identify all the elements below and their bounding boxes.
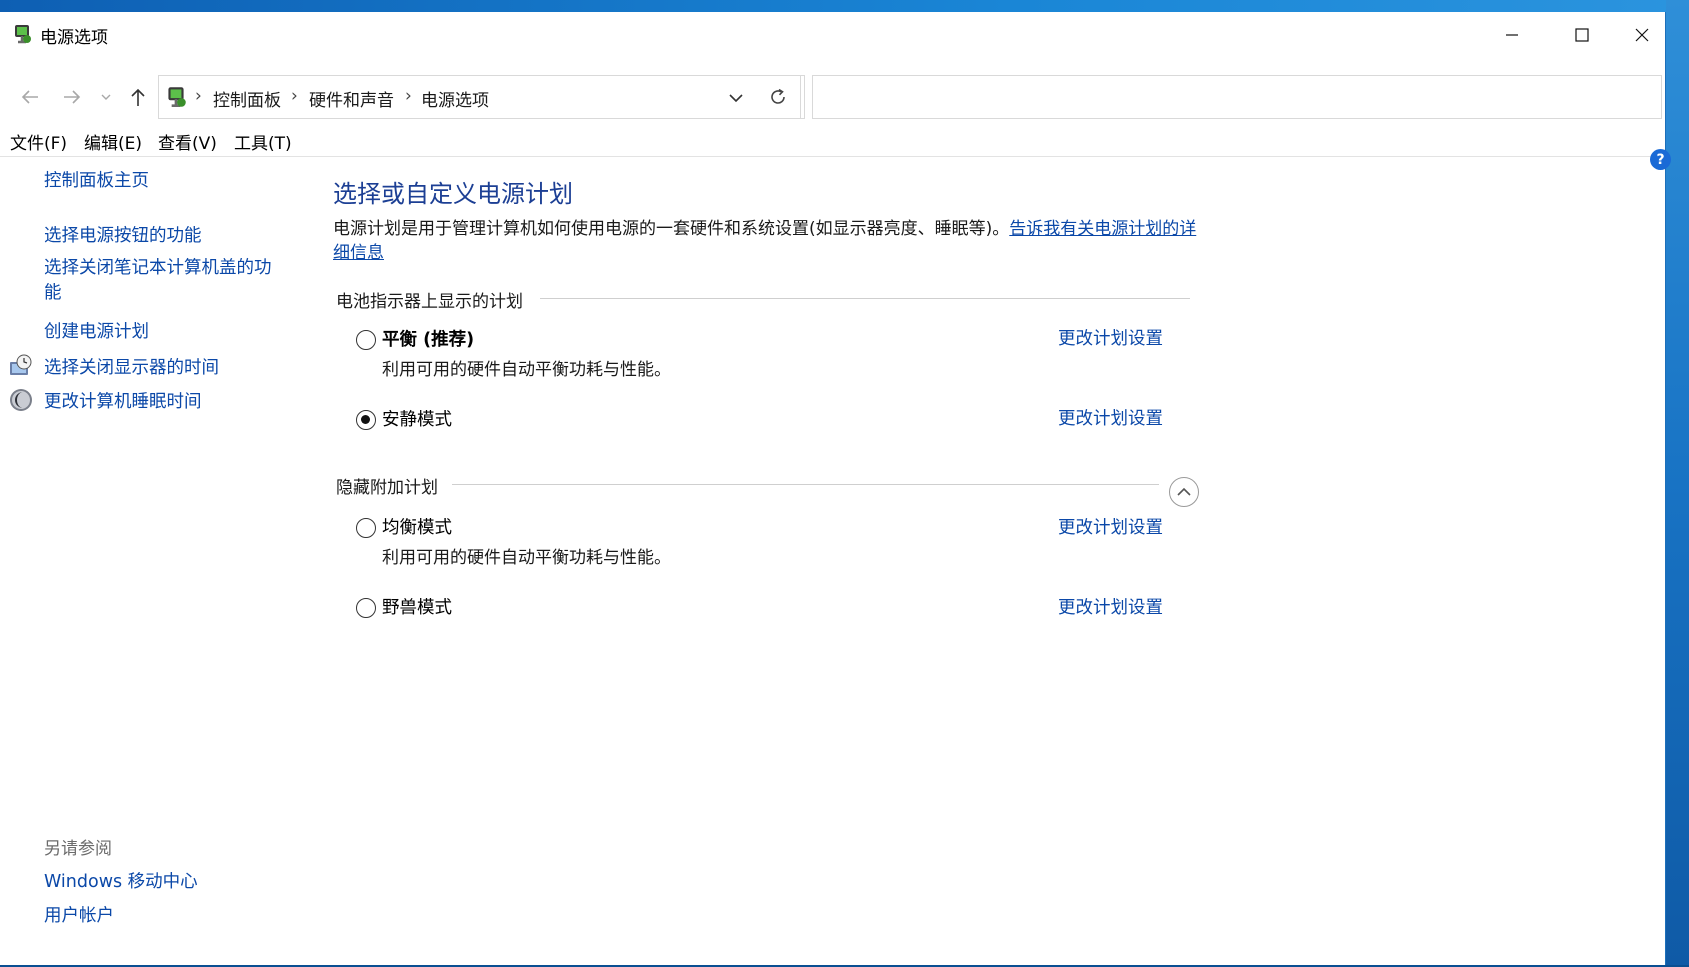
monitor-clock-icon: [10, 354, 32, 375]
power-button-function-link[interactable]: 选择电源按钮的功能: [44, 222, 202, 247]
menu-tools[interactable]: 工具(T): [234, 129, 292, 154]
up-arrow-icon: [131, 88, 145, 106]
plan-beast-radio[interactable]: [356, 598, 376, 618]
create-power-plan-link[interactable]: 创建电源计划: [44, 318, 149, 343]
search-input[interactable]: [812, 75, 1662, 119]
control-panel-icon: [168, 87, 186, 108]
recent-locations-button[interactable]: [96, 82, 116, 112]
plan-equalized-name[interactable]: 均衡模式: [382, 514, 452, 539]
menu-view[interactable]: 查看(V): [158, 129, 217, 154]
group-divider: [540, 298, 1190, 299]
windows-mobility-center-link[interactable]: Windows 移动中心: [44, 868, 198, 893]
plan-equalized-desc: 利用可用的硬件自动平衡功耗与性能。: [382, 548, 671, 568]
up-button[interactable]: [124, 82, 152, 112]
menu-edit[interactable]: 编辑(E): [84, 129, 142, 154]
help-button[interactable]: ?: [1650, 149, 1671, 170]
see-also-heading: 另请参阅: [44, 839, 112, 859]
group-divider: [452, 484, 1159, 485]
lid-close-function-link[interactable]: 选择关闭笔记本计算机盖的功能: [44, 256, 284, 306]
desktop-background-top: [0, 0, 1689, 12]
plan-quiet-name[interactable]: 安静模式: [382, 406, 452, 431]
minimize-button[interactable]: [1477, 12, 1547, 58]
plan-quiet-radio[interactable]: [356, 410, 376, 430]
title-bar: 电源选项: [0, 12, 1666, 58]
moon-icon: [10, 389, 32, 411]
breadcrumb-hardware-sound[interactable]: 硬件和声音: [309, 86, 394, 111]
plan-quiet-settings-link[interactable]: 更改计划设置: [1058, 405, 1163, 430]
user-accounts-link[interactable]: 用户帐户: [44, 902, 114, 927]
plan-balanced-desc: 利用可用的硬件自动平衡功耗与性能。: [382, 360, 671, 380]
breadcrumb-separator: ›: [195, 86, 202, 106]
hidden-plans-heading: 隐藏附加计划: [336, 478, 438, 498]
back-arrow-icon: [21, 90, 38, 104]
plan-beast-settings-link[interactable]: 更改计划设置: [1058, 594, 1163, 619]
breadcrumb-control-panel[interactable]: 控制面板: [213, 86, 281, 111]
power-options-window: 电源选项 › 控制面板 › 硬件和声音 › 电源选项 文件(F) 编辑(E) 查…: [0, 12, 1671, 965]
close-icon: [1635, 28, 1648, 42]
control-panel-home-link[interactable]: 控制面板主页: [44, 167, 149, 192]
chevron-up-icon: [1177, 487, 1191, 496]
address-dropdown-button[interactable]: [716, 85, 756, 111]
menu-file[interactable]: 文件(F): [10, 129, 67, 154]
forward-button[interactable]: [58, 82, 86, 112]
plan-equalized-radio[interactable]: [356, 518, 376, 538]
sleep-time-link[interactable]: 更改计算机睡眠时间: [44, 388, 202, 413]
description-text: 电源计划是用于管理计算机如何使用电源的一套硬件和系统设置(如显示器亮度、睡眠等)…: [333, 219, 1010, 239]
refresh-icon: [770, 88, 785, 104]
maximize-button[interactable]: [1547, 12, 1617, 58]
breadcrumb-power-options[interactable]: 电源选项: [421, 86, 489, 111]
menu-bar: 文件(F) 编辑(E) 查看(V) 工具(T): [0, 125, 1666, 157]
chevron-down-icon: [729, 94, 743, 103]
minimize-icon: [1506, 34, 1518, 36]
forward-arrow-icon: [64, 90, 81, 104]
plan-balanced-settings-link[interactable]: 更改计划设置: [1058, 325, 1163, 350]
desktop-background-right: [1666, 0, 1689, 967]
plan-balanced-name[interactable]: 平衡 (推荐): [382, 326, 474, 351]
refresh-button[interactable]: [755, 75, 801, 119]
back-button[interactable]: [16, 82, 44, 112]
collapse-hidden-plans-button[interactable]: [1169, 477, 1199, 507]
maximize-icon: [1575, 28, 1589, 42]
window-title: 电源选项: [40, 28, 108, 48]
battery-plans-heading: 电池指示器上显示的计划: [336, 292, 523, 312]
plan-beast-name[interactable]: 野兽模式: [382, 594, 452, 619]
breadcrumb-separator: ›: [405, 86, 412, 106]
address-bar[interactable]: › 控制面板 › 硬件和声音 › 电源选项: [158, 75, 805, 119]
plan-equalized-settings-link[interactable]: 更改计划设置: [1058, 514, 1163, 539]
page-description: 电源计划是用于管理计算机如何使用电源的一套硬件和系统设置(如显示器亮度、睡眠等)…: [333, 217, 1203, 265]
power-options-icon: [15, 25, 31, 44]
chevron-down-icon: [101, 94, 111, 100]
plan-balanced-radio[interactable]: [356, 330, 376, 350]
close-button[interactable]: [1617, 12, 1666, 58]
display-off-time-link[interactable]: 选择关闭显示器的时间: [44, 354, 219, 379]
breadcrumb-separator: ›: [291, 86, 298, 106]
page-title: 选择或自定义电源计划: [333, 180, 573, 208]
